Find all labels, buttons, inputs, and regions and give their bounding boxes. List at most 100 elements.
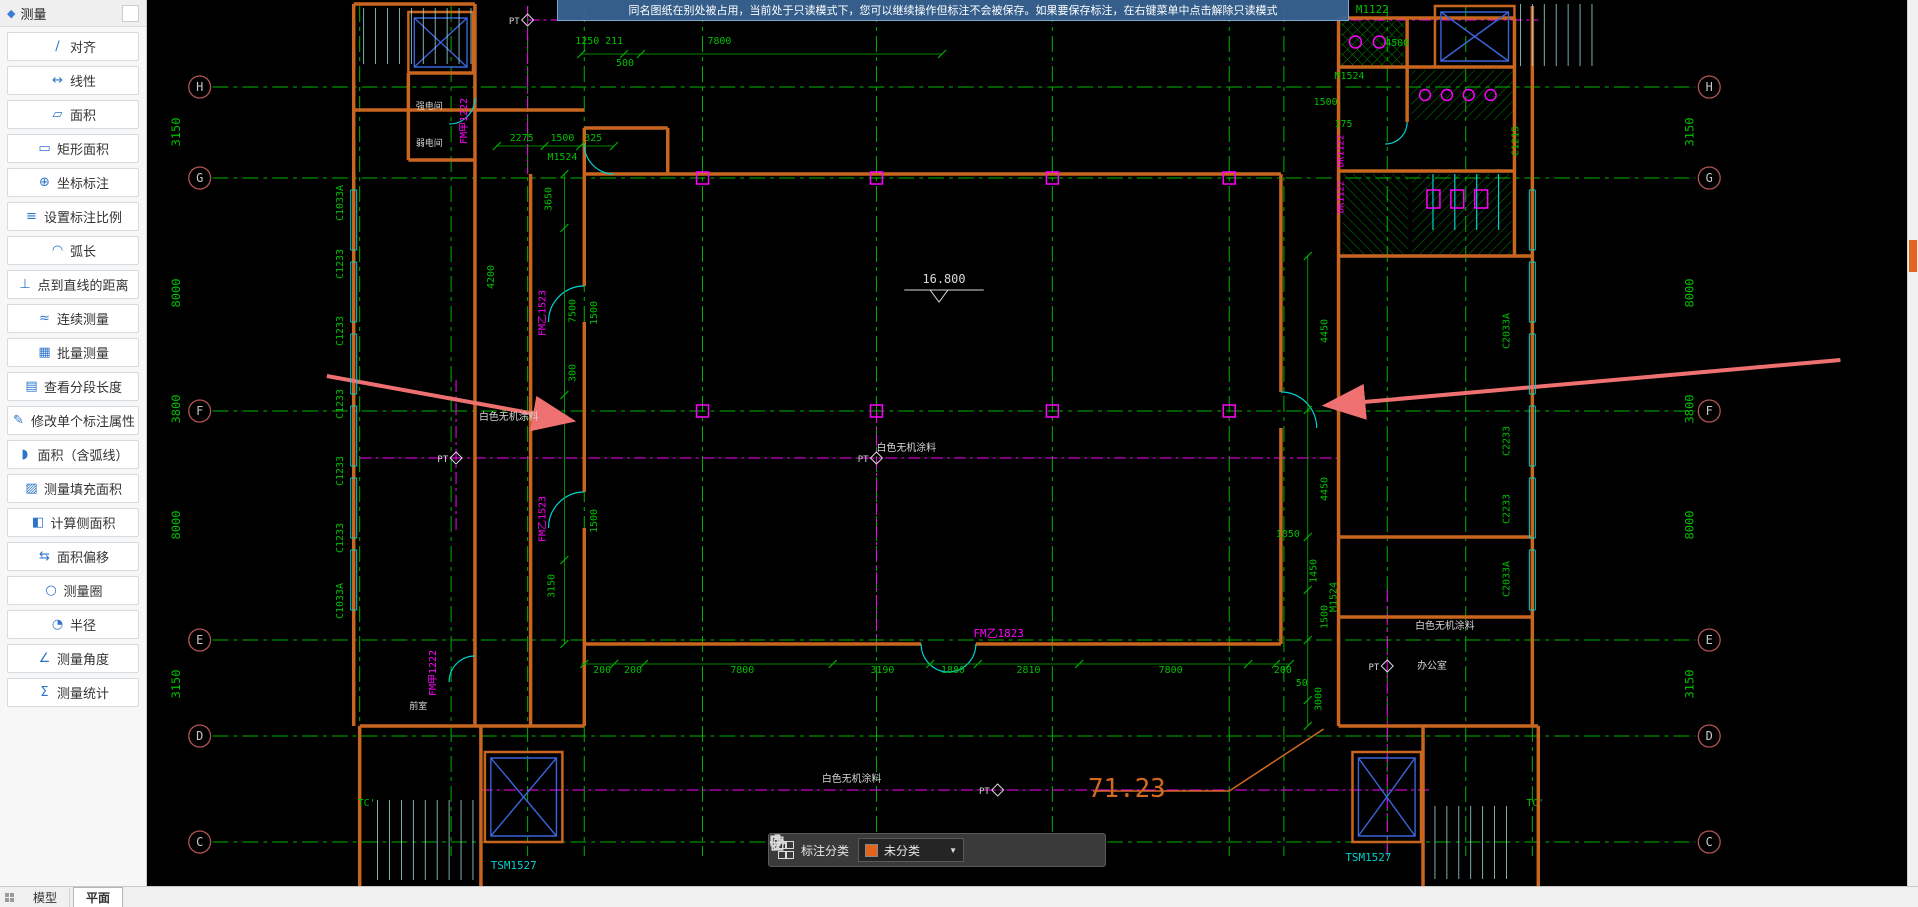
cad-text: 3150 xyxy=(546,574,557,598)
cad-text: 211 xyxy=(605,36,623,47)
sidebar-item-align[interactable]: ∕ 对齐 xyxy=(7,32,139,61)
cad-text: 3150 xyxy=(169,118,183,147)
copy-button[interactable] xyxy=(770,835,1063,862)
cad-text: C1233 xyxy=(335,523,346,553)
category-label: 标注分类 xyxy=(801,843,850,858)
cad-text: 175 xyxy=(1335,119,1353,130)
tool-label: 测量圈 xyxy=(63,584,103,599)
sidebar-item-arc-length[interactable]: ◠ 弧长 xyxy=(7,236,139,265)
grid-letter: G xyxy=(1706,171,1713,185)
sidebar-item-coordinate-dim[interactable]: ⊕ 坐标标注 xyxy=(7,168,139,197)
sidebar-item-area-offset[interactable]: ⇆ 面积偏移 xyxy=(7,542,139,571)
cad-canvas[interactable]: H H G G F F E E D D C C 3150 8000 3800 8000 3150 3150 8000… xyxy=(147,0,1907,886)
category-dropdown[interactable]: 未分类 ▼ xyxy=(858,838,965,862)
cad-text: 3000 xyxy=(1314,687,1325,711)
cad-text: 3150 xyxy=(169,670,183,699)
cad-text: C1233 xyxy=(335,249,346,279)
area-with-arc-icon: ◗ xyxy=(21,447,29,462)
panel-pin-button[interactable] xyxy=(122,4,139,22)
area-icon: ▱ xyxy=(52,107,63,122)
cad-text: 500 xyxy=(616,58,634,69)
grid-letter: E xyxy=(1706,633,1713,647)
cad-text: 200 xyxy=(1274,665,1292,676)
tool-label: 设置标注比例 xyxy=(43,210,122,225)
sidebar-item-side-area[interactable]: ◧ 计算侧面积 xyxy=(7,508,139,537)
cad-text: 4450 xyxy=(1320,319,1331,343)
cad-text: 3650 xyxy=(543,187,554,211)
sidebar-item-point-line-distance[interactable]: ⊥ 点到直线的距离 xyxy=(7,270,139,299)
sidebar-item-segment-length[interactable]: ▤ 查看分段长度 xyxy=(7,372,139,401)
cad-text: 16.800 xyxy=(922,272,965,286)
side-area-icon: ◧ xyxy=(31,515,45,530)
edit-annotation-button[interactable] xyxy=(771,838,997,862)
cad-text: 71.23 xyxy=(1088,774,1166,804)
cad-text: C1233 xyxy=(335,316,346,346)
cad-text: 8000 xyxy=(1682,279,1696,308)
cad-text: 白色无机涂料 xyxy=(479,410,539,423)
sidebar-item-measure-circle[interactable]: ○ 测量圈 xyxy=(7,576,139,605)
cad-text: PT xyxy=(979,787,990,797)
cad-text: 200 xyxy=(593,665,611,676)
cad-text: 8000 xyxy=(1682,511,1696,540)
annotation-toolbar: 标注分类 未分类 ▼ xyxy=(768,833,1107,867)
sidebar-item-area-with-arc[interactable]: ◗ 面积（含弧线） xyxy=(7,440,139,469)
sidebar-item-rect-area[interactable]: ▭ 矩形面积 xyxy=(7,134,139,163)
cad-text: 3150 xyxy=(1682,670,1696,699)
grid-letter: F xyxy=(196,404,203,418)
measure-panel-icon: ◆ xyxy=(7,7,16,20)
measure-angle-icon: ∠ xyxy=(38,651,51,666)
cad-text: 4200 xyxy=(486,265,497,289)
cad-text: 7800 xyxy=(707,36,731,47)
sidebar-item-measure-angle[interactable]: ∠ 测量角度 xyxy=(7,644,139,673)
cad-text: M1524 xyxy=(547,152,577,163)
tab-model[interactable]: 模型 xyxy=(21,887,71,907)
cad-text: TC' xyxy=(358,798,376,809)
tool-label: 线性 xyxy=(69,74,96,89)
app-window: ◆ 测量 ∕ 对齐 ↔ 线性 ▱ 面积 ▭ 矩形面积 ⊕ 坐标标注 ≡ 设置标注比例 ◠ 弧长 ⊥ 点到直线的… xyxy=(0,0,1918,886)
chevron-down-icon: ▼ xyxy=(949,845,958,855)
cad-text: 3190 xyxy=(870,665,894,676)
measure-sidebar: ◆ 测量 ∕ 对齐 ↔ 线性 ▱ 面积 ▭ 矩形面积 ⊕ 坐标标注 ≡ 设置标注比例 ◠ 弧长 ⊥ 点到直线的… xyxy=(0,0,147,886)
segment-length-icon: ▤ xyxy=(25,379,38,394)
cad-text: TC' xyxy=(1526,798,1544,809)
tool-label: 查看分段长度 xyxy=(43,380,122,395)
tool-label: 连续测量 xyxy=(56,312,109,327)
cad-text: C1233 xyxy=(335,456,346,486)
tool-label: 面积 xyxy=(69,108,96,123)
cad-text: 4450 xyxy=(1320,477,1331,501)
move-button[interactable] xyxy=(769,834,1030,862)
cad-text: 325 xyxy=(584,133,602,144)
tool-label: 半径 xyxy=(69,618,96,633)
layout-grid-icon[interactable] xyxy=(5,892,14,902)
sidebar-item-batch-measure[interactable]: ▦ 批量测量 xyxy=(7,338,139,367)
scrollbar-thumb[interactable] xyxy=(1909,240,1917,272)
sidebar-item-continuous-measure[interactable]: ≈ 连续测量 xyxy=(7,304,139,333)
sidebar-item-fill-area[interactable]: ▨ 测量填充面积 xyxy=(7,474,139,503)
sidebar-item-measure-stats[interactable]: Σ 测量统计 xyxy=(7,678,139,707)
sidebar-item-dim-scale[interactable]: ≡ 设置标注比例 xyxy=(7,202,139,231)
tool-label: 弧长 xyxy=(69,244,96,259)
cad-text: 1850 xyxy=(1276,529,1300,540)
category-value: 未分类 xyxy=(884,843,921,858)
cad-text: 50 xyxy=(1296,678,1308,689)
clipboard-icon xyxy=(771,834,784,851)
paste-button[interactable] xyxy=(771,834,1096,862)
vertical-scrollbar[interactable] xyxy=(1907,0,1918,886)
cad-text: C1215 xyxy=(1510,126,1521,156)
cad-text: 3800 xyxy=(169,395,183,424)
sidebar-item-area[interactable]: ▱ 面积 xyxy=(7,100,139,129)
sidebar-item-linear[interactable]: ↔ 线性 xyxy=(7,66,139,95)
cad-text: 白色无机涂料 xyxy=(876,441,936,454)
align-icon: ∕ xyxy=(55,39,60,54)
sidebar-item-radius[interactable]: ◔ 半径 xyxy=(7,610,139,639)
cad-text: 7800 xyxy=(730,665,754,676)
grid-letter: C xyxy=(1706,835,1713,849)
sidebar-item-modify-annotation[interactable]: ✎ 修改单个标注属性 xyxy=(7,406,139,435)
cad-text: 300 xyxy=(567,364,578,382)
cad-text: 1500 xyxy=(1314,97,1338,108)
cad-text: C2033A xyxy=(1502,313,1513,349)
grid-letter: C xyxy=(196,835,203,849)
category-color-swatch xyxy=(865,843,879,857)
cad-text: 1450 xyxy=(1309,559,1320,583)
tab-plan[interactable]: 平面 xyxy=(73,887,124,907)
